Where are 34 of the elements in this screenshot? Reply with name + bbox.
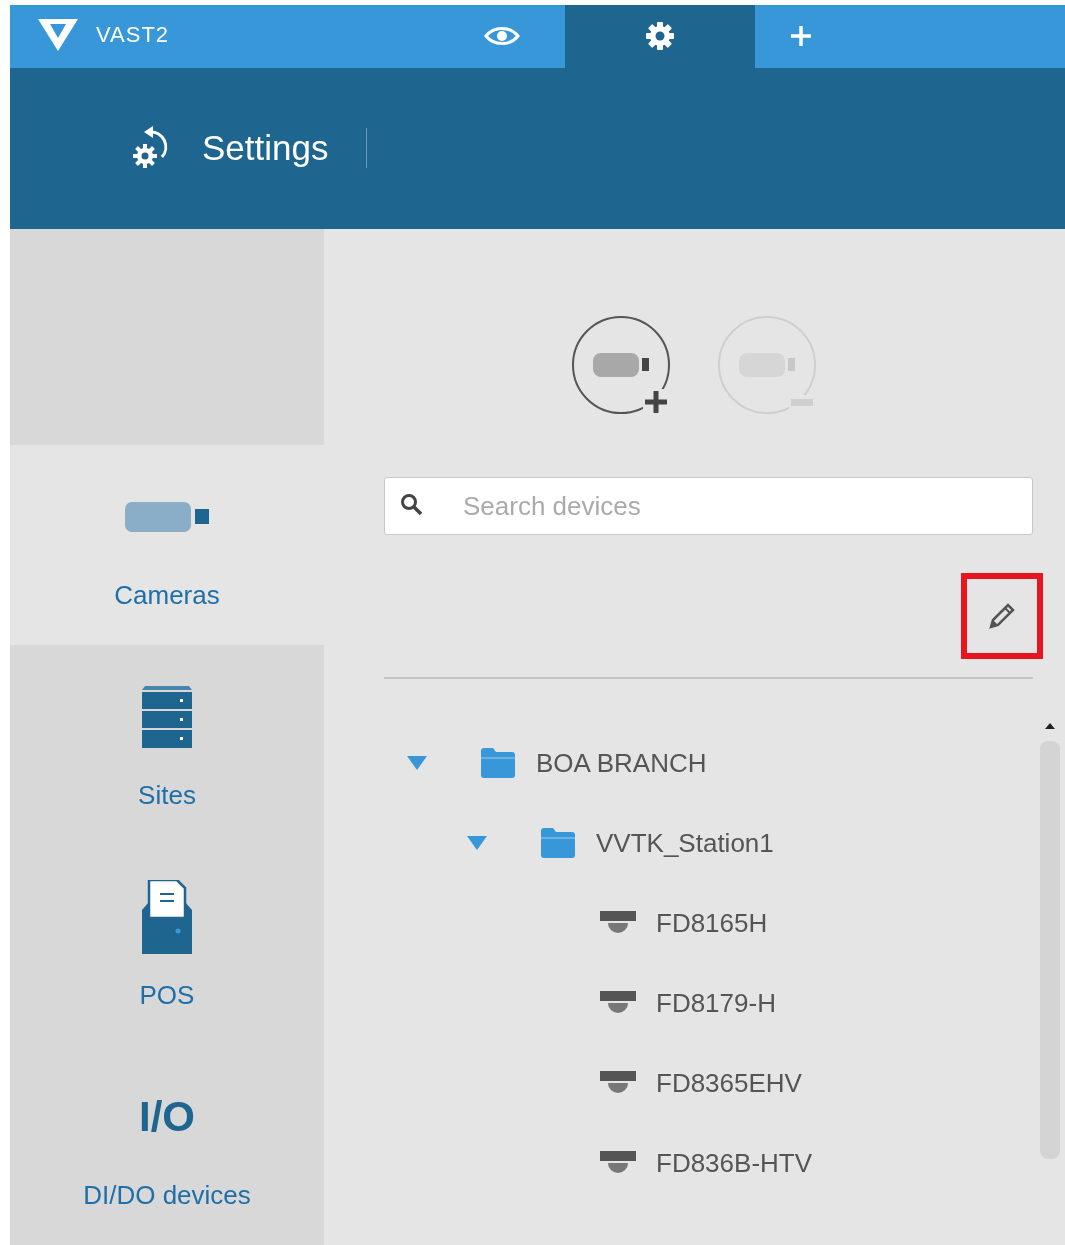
dome-camera-icon [600,1151,636,1175]
tree-item[interactable]: FD836B-HTV [656,1147,813,1179]
sidebar-item[interactable]: Sites [10,645,324,845]
logo-icon [38,19,78,51]
io-label: I/O [139,1092,195,1141]
server-icon [142,685,192,748]
dome-camera-icon [600,911,636,935]
search-icon [400,493,424,517]
tree-item[interactable]: FD8179-H [656,987,776,1019]
app-name: VAST2 [96,22,170,48]
tree-item[interactable]: FD8165H [656,907,768,939]
scroll-up-icon[interactable] [1045,723,1055,729]
dome-camera-icon [600,991,636,1015]
plus-icon [789,24,813,49]
expand-toggle-icon[interactable] [467,836,487,850]
page-title: Settings [202,128,329,169]
edit-button[interactable] [961,573,1043,659]
sidebar-item[interactable]: I/O DI/DO devices [10,1045,324,1245]
tree-item[interactable]: FD8365EHV [656,1067,802,1099]
sidebar-item[interactable]: Cameras [10,445,324,645]
expand-toggle-icon[interactable] [407,756,427,770]
folder-icon [541,828,575,858]
tree-item[interactable]: VVTK_Station1 [596,827,774,859]
receipt-printer-icon [142,879,192,954]
search-field[interactable]: Search devices [384,477,1033,535]
sidebar-item[interactable]: POS [10,845,324,1045]
settings-icon [644,20,676,53]
tree-item[interactable]: BOA BRANCH [536,747,707,779]
settings-tab[interactable] [565,5,755,68]
folder-icon [481,748,515,778]
pencil-icon [987,601,1017,631]
camera-icon [125,501,209,532]
dome-camera-icon [600,1071,636,1095]
add-camera-button[interactable] [570,315,671,415]
